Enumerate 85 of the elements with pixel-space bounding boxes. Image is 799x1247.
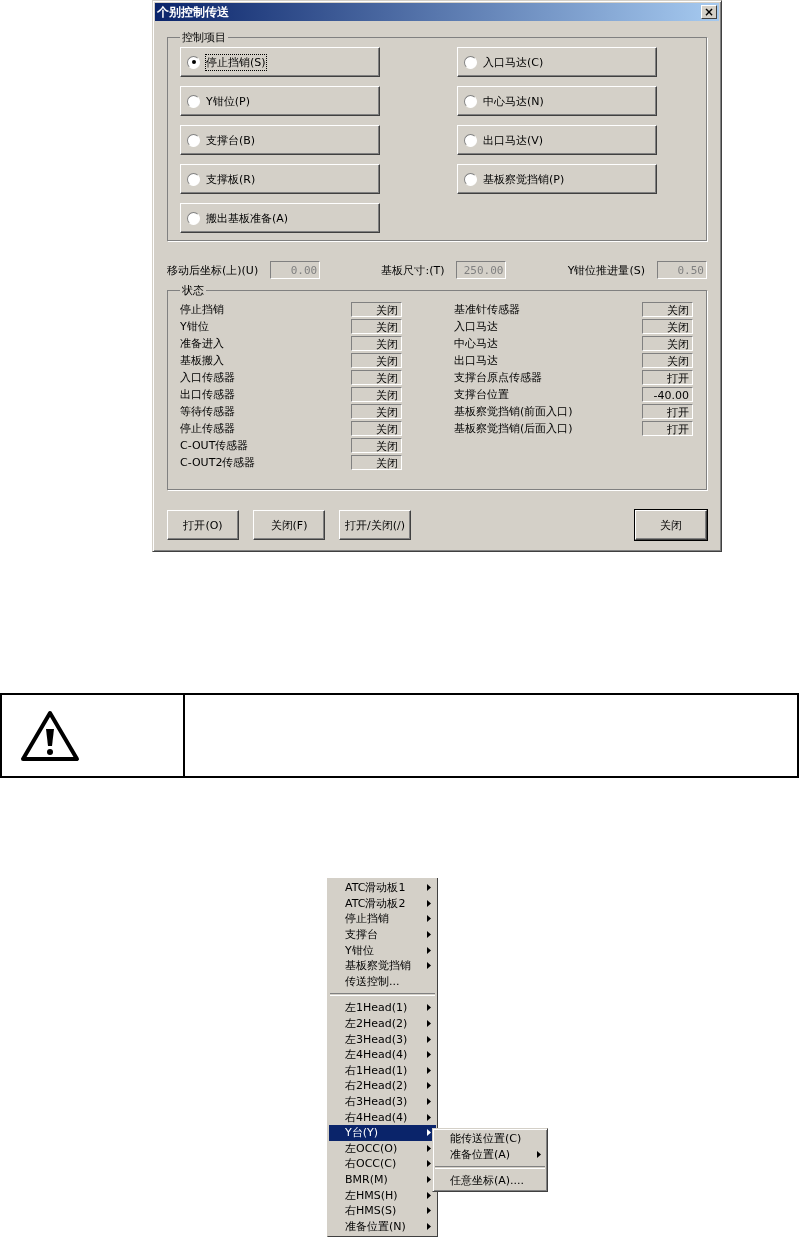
status-value: 打开	[642, 370, 693, 385]
menu-item[interactable]: 左OCC(O)	[329, 1140, 436, 1157]
status-label: 出口传感器	[180, 387, 236, 402]
menu-item[interactable]: 右1Head(1)	[329, 1062, 436, 1079]
menu-item[interactable]: 左3Head(3)	[329, 1031, 436, 1047]
dialog-button[interactable]: 打开(O)	[167, 510, 239, 540]
status-value: 关闭	[642, 353, 693, 368]
status-value: 关闭	[351, 455, 402, 470]
status-value: 打开	[642, 421, 693, 436]
radio-option-button[interactable]: 中心马达(N)	[457, 86, 657, 116]
radio-option-button[interactable]: 支撑板(R)	[180, 164, 380, 194]
menu-item[interactable]: 停止挡销	[329, 911, 436, 927]
status-value: 关闭	[351, 387, 402, 402]
status-value: 关闭	[642, 336, 693, 351]
window-title: 个别控制传送	[157, 3, 229, 21]
menu-item[interactable]: ATC滑动板2	[329, 895, 436, 912]
status-label: 准备进入	[180, 336, 225, 351]
field-label: Y钳位推进量(S)	[567, 262, 645, 278]
close-dialog-button[interactable]: 关闭	[635, 510, 707, 540]
status-label: 入口马达	[454, 319, 499, 334]
menu-item[interactable]: 任意坐标(A)....	[434, 1173, 546, 1189]
status-value: 关闭	[351, 336, 402, 351]
menu-item[interactable]: Y台(Y)	[329, 1124, 436, 1141]
menu-item[interactable]: 左HMS(H)	[329, 1187, 436, 1203]
warning-icon	[20, 709, 80, 762]
menu-item[interactable]: 右OCC(C)	[329, 1156, 436, 1172]
menu-item[interactable]: Y钳位	[329, 942, 436, 958]
status-label: C-OUT传感器	[180, 438, 250, 453]
field-label: 基板尺寸:(T)	[381, 262, 445, 278]
submenu-arrow-icon	[427, 1176, 431, 1183]
status-label: 停止挡销	[180, 302, 225, 317]
status-label: 支撑台位置	[454, 387, 510, 402]
status-label: 入口传感器	[180, 370, 236, 385]
status-label: 基板搬入	[180, 353, 225, 368]
menu-item[interactable]: 准备位置(A)	[434, 1146, 546, 1163]
submenu-arrow-icon	[427, 1098, 431, 1105]
status-value: 关闭	[351, 302, 402, 317]
menu-item[interactable]: 支撑台	[329, 926, 436, 943]
menu-item[interactable]: 传送控制...	[329, 973, 436, 990]
status-label: 中心马达	[454, 336, 499, 351]
status-value: 关闭	[351, 353, 402, 368]
status-value: 关闭	[351, 319, 402, 334]
dialog-button[interactable]: 打开/关闭(/)	[339, 510, 411, 540]
status-value: 关闭	[351, 370, 402, 385]
radio-option-button[interactable]: Y钳位(P)	[180, 86, 380, 116]
status-value: 关闭	[351, 421, 402, 436]
status-value: 关闭	[351, 404, 402, 419]
radio-option-button[interactable]: 停止挡销(S)	[180, 47, 380, 77]
status-label: Y钳位	[180, 319, 210, 334]
group-title: 状态	[181, 283, 205, 298]
submenu-arrow-icon	[537, 1150, 541, 1158]
status-label: 基板察觉挡销(后面入口)	[454, 421, 574, 436]
status-value: 关闭	[642, 319, 693, 334]
radio-option-button[interactable]: 搬出基板准备(A)	[180, 203, 380, 233]
menu-item[interactable]: ATC滑动板1	[329, 880, 436, 896]
menu-item[interactable]: 左4Head(4)	[329, 1046, 436, 1063]
status-value: -40.00	[642, 387, 693, 402]
menu-item[interactable]: 左2Head(2)	[329, 1015, 436, 1032]
menu-item[interactable]: 右2Head(2)	[329, 1078, 436, 1094]
status-value: 关闭	[642, 302, 693, 317]
status-label: 基板察觉挡销(前面入口)	[454, 404, 574, 419]
status-value: 关闭	[351, 438, 402, 453]
status-value: 打开	[642, 404, 693, 419]
menu-item[interactable]: BMR(M)	[329, 1171, 436, 1188]
radio-option-button[interactable]: 出口马达(V)	[457, 125, 657, 155]
radio-option-button[interactable]: 入口马达(C)	[457, 47, 657, 77]
menu-item[interactable]: 右4Head(4)	[329, 1109, 436, 1125]
radio-option-button[interactable]: 支撑台(B)	[180, 125, 380, 155]
group-title: 控制项目	[181, 30, 227, 45]
menu-item[interactable]: 左1Head(1)	[329, 1000, 436, 1016]
close-button[interactable]: ×	[701, 5, 717, 19]
radio-option-button[interactable]: 基板察觉挡销(P)	[457, 164, 657, 194]
menu-item[interactable]: 右3Head(3)	[329, 1093, 436, 1110]
status-label: 出口马达	[454, 353, 499, 368]
status-label: C-OUT2传感器	[180, 455, 257, 470]
status-label: 支撑台原点传感器	[454, 370, 543, 385]
dialog-button[interactable]: 关闭(F)	[253, 510, 325, 540]
menu-item[interactable]: 基板察觉挡销	[329, 957, 436, 974]
status-label: 停止传感器	[180, 421, 236, 436]
field-label: 移动后坐标(上)(U)	[167, 262, 259, 278]
menu-item[interactable]: 能传送位置(C)	[434, 1131, 546, 1147]
status-label: 基准针传感器	[454, 302, 521, 317]
status-label: 等待传感器	[180, 404, 236, 419]
menu-item[interactable]: 准备位置(N)	[329, 1218, 436, 1235]
menu-item[interactable]: 右HMS(S)	[329, 1202, 436, 1219]
